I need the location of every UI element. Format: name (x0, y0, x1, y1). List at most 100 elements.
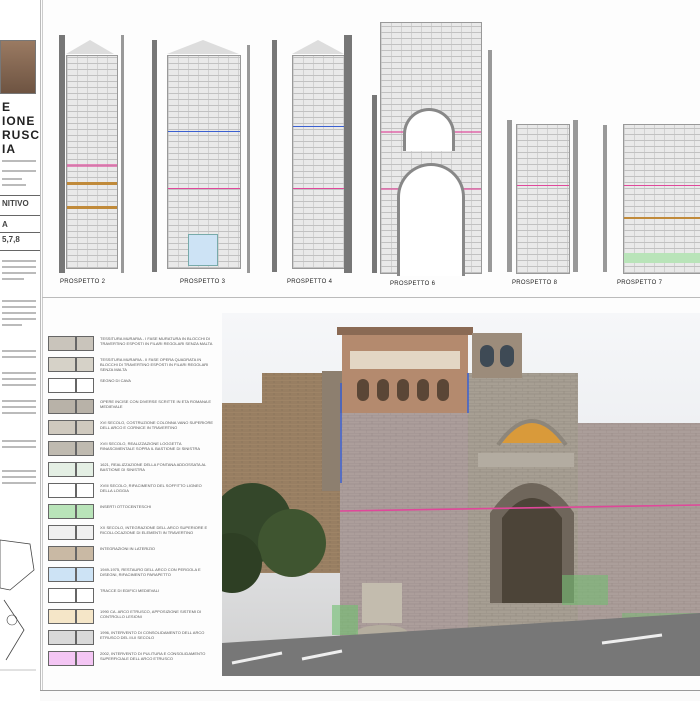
divider (0, 215, 40, 216)
legend-swatch (48, 441, 76, 456)
legend-swatch (48, 399, 76, 414)
legend-item: TRACCE DI EDIFICI MEDIEVALI (46, 588, 216, 603)
elevation-drawing (380, 22, 482, 276)
legend-label: 1949-1975, RESTAURO DELL ARCO CON PERGOL… (100, 567, 201, 577)
placeholder-text (2, 272, 36, 274)
legend-swatch (48, 630, 76, 645)
placeholder-text (2, 350, 36, 352)
placeholder-text (2, 160, 36, 162)
sheet-code-b: 5,7,8 (2, 235, 20, 244)
divider (0, 195, 40, 196)
legend-photo-swatch (76, 357, 94, 372)
legend-item: XVIII SECOLO, RIFACIMENTO DEL SOFFITTO L… (46, 483, 216, 498)
legend-photo-swatch (76, 462, 94, 477)
section-bar (603, 125, 607, 272)
legend-item: INTEGRAZIONI IN LATERIZIO (46, 546, 216, 561)
legend-label: XVIII SECOLO, RIFACIMENTO DEL SOFFITTO L… (100, 483, 202, 493)
legend-swatch (48, 336, 76, 351)
legend-label: 1996, INTERVENTO DI CONSOLIDAMENTO DELL … (100, 630, 205, 640)
section-bar (507, 120, 512, 272)
placeholder-text (2, 312, 36, 314)
legend-swatch (48, 504, 76, 519)
elevation-label: PROSPETTO 4 (287, 279, 333, 285)
legend-item: INSERTI OTTOCENTESCHI (46, 504, 216, 519)
placeholder-text (2, 318, 36, 320)
legend-item: 1996, INTERVENTO DI CONSOLIDAMENTO DELL … (46, 630, 216, 645)
roof (167, 40, 239, 54)
legend-photo-swatch (76, 483, 94, 498)
legend-swatch (48, 420, 76, 435)
elevation-drawing (292, 55, 346, 269)
section-bar (247, 45, 250, 273)
legend-photo-swatch (76, 525, 94, 540)
legend-swatch (48, 525, 76, 540)
legend-item: XX SECOLO, INTEGRAZIONE DELL ARCO SUPERI… (46, 525, 216, 540)
placeholder-text (2, 440, 36, 442)
elevation-label: PROSPETTO 6 (390, 281, 436, 287)
placeholder-text (2, 266, 36, 268)
elevation-label: PROSPETTO 8 (512, 280, 558, 286)
status-label: NITIVO (2, 199, 29, 208)
title-line-1: E (2, 100, 12, 114)
legend-item: XVII SECOLO, REALIZZAZIONE LOGGETTA RINA… (46, 441, 216, 456)
legend-photo-swatch (76, 336, 94, 351)
elevation-drawing (167, 55, 241, 269)
legend-photo-swatch (76, 504, 94, 519)
placeholder-text (2, 446, 36, 448)
legend-item: 1621, REALIZZAZIONE DELLA FONTANA ADDOSS… (46, 462, 216, 477)
legend-item: OPERE INCISE CON DIVERSE SCRITTE IN ETA … (46, 399, 216, 414)
placeholder-text (2, 324, 22, 326)
legend-swatch (48, 567, 76, 582)
legend-photo-swatch (76, 630, 94, 645)
placeholder-text (2, 170, 36, 172)
placeholder-text (2, 306, 36, 308)
elevation-drawing (516, 124, 570, 274)
legend-label: XVI SECOLO, COSTRUZIONE COLONNA VANO SUP… (100, 420, 214, 430)
legend-item: XVI SECOLO, COSTRUZIONE COLONNA VANO SUP… (46, 420, 216, 435)
section-bar (372, 95, 377, 273)
legend-label: OPERE INCISE CON DIVERSE SCRITTE IN ETA … (100, 399, 212, 409)
elevation-drawing (623, 124, 700, 274)
title-line-2: IONE (2, 114, 36, 128)
legend-swatch (48, 462, 76, 477)
placeholder-text (2, 378, 36, 380)
legend-photo-swatch (76, 420, 94, 435)
placeholder-text (2, 384, 36, 386)
legend-photo-swatch (76, 609, 94, 624)
placeholder-text (2, 178, 22, 180)
placeholder-text (2, 482, 36, 484)
section-bar (272, 40, 277, 272)
legend-label: SEGNO DI CAVA (100, 378, 131, 383)
fountain (188, 234, 218, 266)
legend-photo-swatch (76, 651, 94, 666)
legend-item: TESSITURA MURARIA - I FASE MURATURA IN B… (46, 336, 216, 351)
legend-swatch (48, 651, 76, 666)
orthophoto-etruscan-arch (222, 313, 700, 676)
legend-label: XX SECOLO, INTEGRAZIONE DELL ARCO SUPERI… (100, 525, 208, 535)
section-bar (488, 50, 492, 272)
legend-label: TESSITURA MURARIA - I FASE MURATURA IN B… (100, 336, 213, 346)
placeholder-text (2, 260, 36, 262)
elevation-label: PROSPETTO 2 (60, 279, 106, 285)
legend-photo-swatch (76, 546, 94, 561)
legend-label: INSERTI OTTOCENTESCHI (100, 504, 151, 509)
legend-swatch (48, 378, 76, 393)
sheet-border (42, 0, 43, 700)
section-bar (344, 35, 352, 273)
legend-label: 2002, INTERVENTO DI PULITURA E CONSOLIDA… (100, 651, 206, 661)
divider (0, 250, 40, 251)
legend-label: 1621, REALIZZAZIONE DELLA FONTANA ADDOSS… (100, 462, 207, 472)
legend-photo-swatch (76, 399, 94, 414)
legend-item: TESSITURA MURARIA - II FASE OPERA QUADRA… (46, 357, 216, 372)
divider (42, 297, 700, 298)
legend-label: TESSITURA MURARIA - II FASE OPERA QUADRA… (100, 357, 209, 372)
placeholder-text (2, 400, 36, 402)
section-bar (121, 35, 124, 273)
gate-arch (397, 163, 465, 276)
legend-swatch (48, 588, 76, 603)
drawing-sheet: E IONE RUSCO IA NITIVO A 5,7,8 (0, 0, 700, 701)
footer-strip (40, 690, 700, 701)
legend-photo-swatch (76, 567, 94, 582)
roof (66, 40, 114, 54)
legend-label: XVII SECOLO, REALIZZAZIONE LOGGETTA RINA… (100, 441, 201, 451)
